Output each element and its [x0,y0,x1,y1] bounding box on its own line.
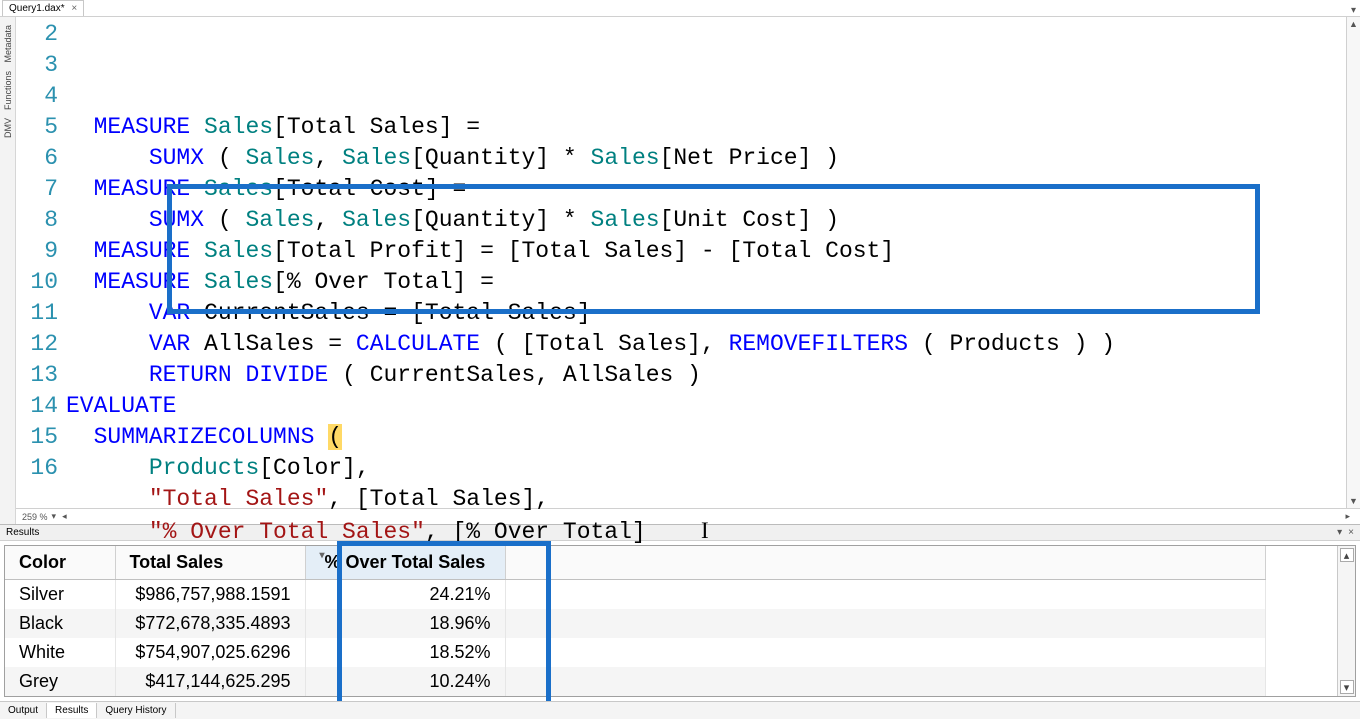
line-number: 8 [16,205,58,236]
tab-dropdown-icon[interactable]: ▾ [1351,5,1356,16]
line-number: 7 [16,174,58,205]
line-number: 15 [16,422,58,453]
code-editor[interactable]: 2345678910111213141516 MEASURE Sales[Tot… [16,17,1360,508]
bottom-tab-bar: Output Results Query History [0,701,1360,719]
code-line[interactable]: VAR CurrentSales = [Total Sales] [66,298,1346,329]
line-number: 3 [16,50,58,81]
line-number: 14 [16,391,58,422]
sidebar-item-dmv[interactable]: DMV [3,118,13,138]
bottom-tab-results[interactable]: Results [47,703,97,718]
line-number: 11 [16,298,58,329]
column-header[interactable]: Color [5,546,115,580]
main-split: Metadata Functions DMV 23456789101112131… [0,17,1360,524]
sidebar-item-functions[interactable]: Functions [3,71,13,110]
scroll-up-icon[interactable]: ▲ [1349,19,1358,29]
code-line[interactable]: EVALUATE [66,391,1346,422]
table-row[interactable]: Black$772,678,335.489318.96% [5,609,1265,638]
table-row[interactable]: White$754,907,025.629618.52% [5,638,1265,667]
app-root: Query1.dax* × ▾ Metadata Functions DMV 2… [0,0,1360,719]
table-row[interactable]: Grey$417,144,625.29510.24% [5,667,1265,696]
line-number: 2 [16,19,58,50]
file-tab[interactable]: Query1.dax* × [2,0,84,16]
results-body: ColorTotal Sales% Over Total SalesSilver… [0,541,1360,701]
grid-scroll-down-icon[interactable]: ▾ [1340,680,1354,694]
line-number: 6 [16,143,58,174]
line-number: 12 [16,329,58,360]
code-line[interactable]: "Total Sales", [Total Sales], [66,484,1346,515]
code-line[interactable]: VAR AllSales = CALCULATE ( [Total Sales]… [66,329,1346,360]
zoom-dropdown-icon[interactable]: ▾ [52,511,57,522]
column-header[interactable]: % Over Total Sales [305,546,505,580]
results-grid: ColorTotal Sales% Over Total SalesSilver… [4,545,1356,697]
code-line[interactable]: MEASURE Sales[% Over Total] = [66,267,1346,298]
column-header-spacer [505,546,1265,580]
line-number: 10 [16,267,58,298]
file-tab-bar: Query1.dax* × ▾ [0,0,1360,17]
code-line[interactable]: MEASURE Sales[Total Profit] = [Total Sal… [66,236,1346,267]
hscroll-right-icon[interactable]: ▸ [1345,511,1350,522]
bottom-tab-history[interactable]: Query History [97,703,175,718]
bottom-tab-output[interactable]: Output [0,703,47,718]
results-panel: Results ▾ × ColorTotal Sales% Over Total… [0,524,1360,719]
close-icon[interactable]: × [71,3,77,14]
code-line[interactable]: RETURN DIVIDE ( CurrentSales, AllSales ) [66,360,1346,391]
line-number: 4 [16,81,58,112]
scroll-down-icon[interactable]: ▼ [1349,496,1358,506]
column-header[interactable]: Total Sales [115,546,305,580]
grid-vertical-scrollbar[interactable]: ▴ ▾ [1337,546,1355,696]
results-table[interactable]: ColorTotal Sales% Over Total SalesSilver… [5,546,1266,696]
editor-vertical-scrollbar[interactable]: ▲ ▼ [1346,17,1360,508]
side-toolwindows: Metadata Functions DMV [0,17,16,524]
code-area[interactable]: MEASURE Sales[Total Sales] = SUMX ( Sale… [66,17,1346,508]
code-line[interactable]: SUMX ( Sales, Sales[Quantity] * Sales[Un… [66,205,1346,236]
line-number: 16 [16,453,58,484]
line-number: 13 [16,360,58,391]
zoom-level[interactable]: 259 % [22,512,48,522]
grid-scroll-up-icon[interactable]: ▴ [1340,548,1354,562]
file-tab-label: Query1.dax* [9,3,65,14]
code-line[interactable]: SUMX ( Sales, Sales[Quantity] * Sales[Ne… [66,143,1346,174]
code-line[interactable]: Products[Color], [66,453,1346,484]
table-row[interactable]: Silver$986,757,988.159124.21% [5,580,1265,610]
line-number: 5 [16,112,58,143]
line-number-gutter: 2345678910111213141516 [16,17,66,508]
results-table-wrap: ColorTotal Sales% Over Total SalesSilver… [5,546,1337,696]
code-line[interactable]: SUMMARIZECOLUMNS ( [66,422,1346,453]
code-line[interactable]: MEASURE Sales[Total Sales] = [66,112,1346,143]
close-panel-icon[interactable]: × [1348,527,1354,538]
results-title: Results [6,527,39,538]
code-line[interactable]: MEASURE Sales[Total Cost] = [66,174,1346,205]
line-number: 9 [16,236,58,267]
sidebar-item-metadata[interactable]: Metadata [3,25,13,63]
editor-wrap: 2345678910111213141516 MEASURE Sales[Tot… [16,17,1360,524]
